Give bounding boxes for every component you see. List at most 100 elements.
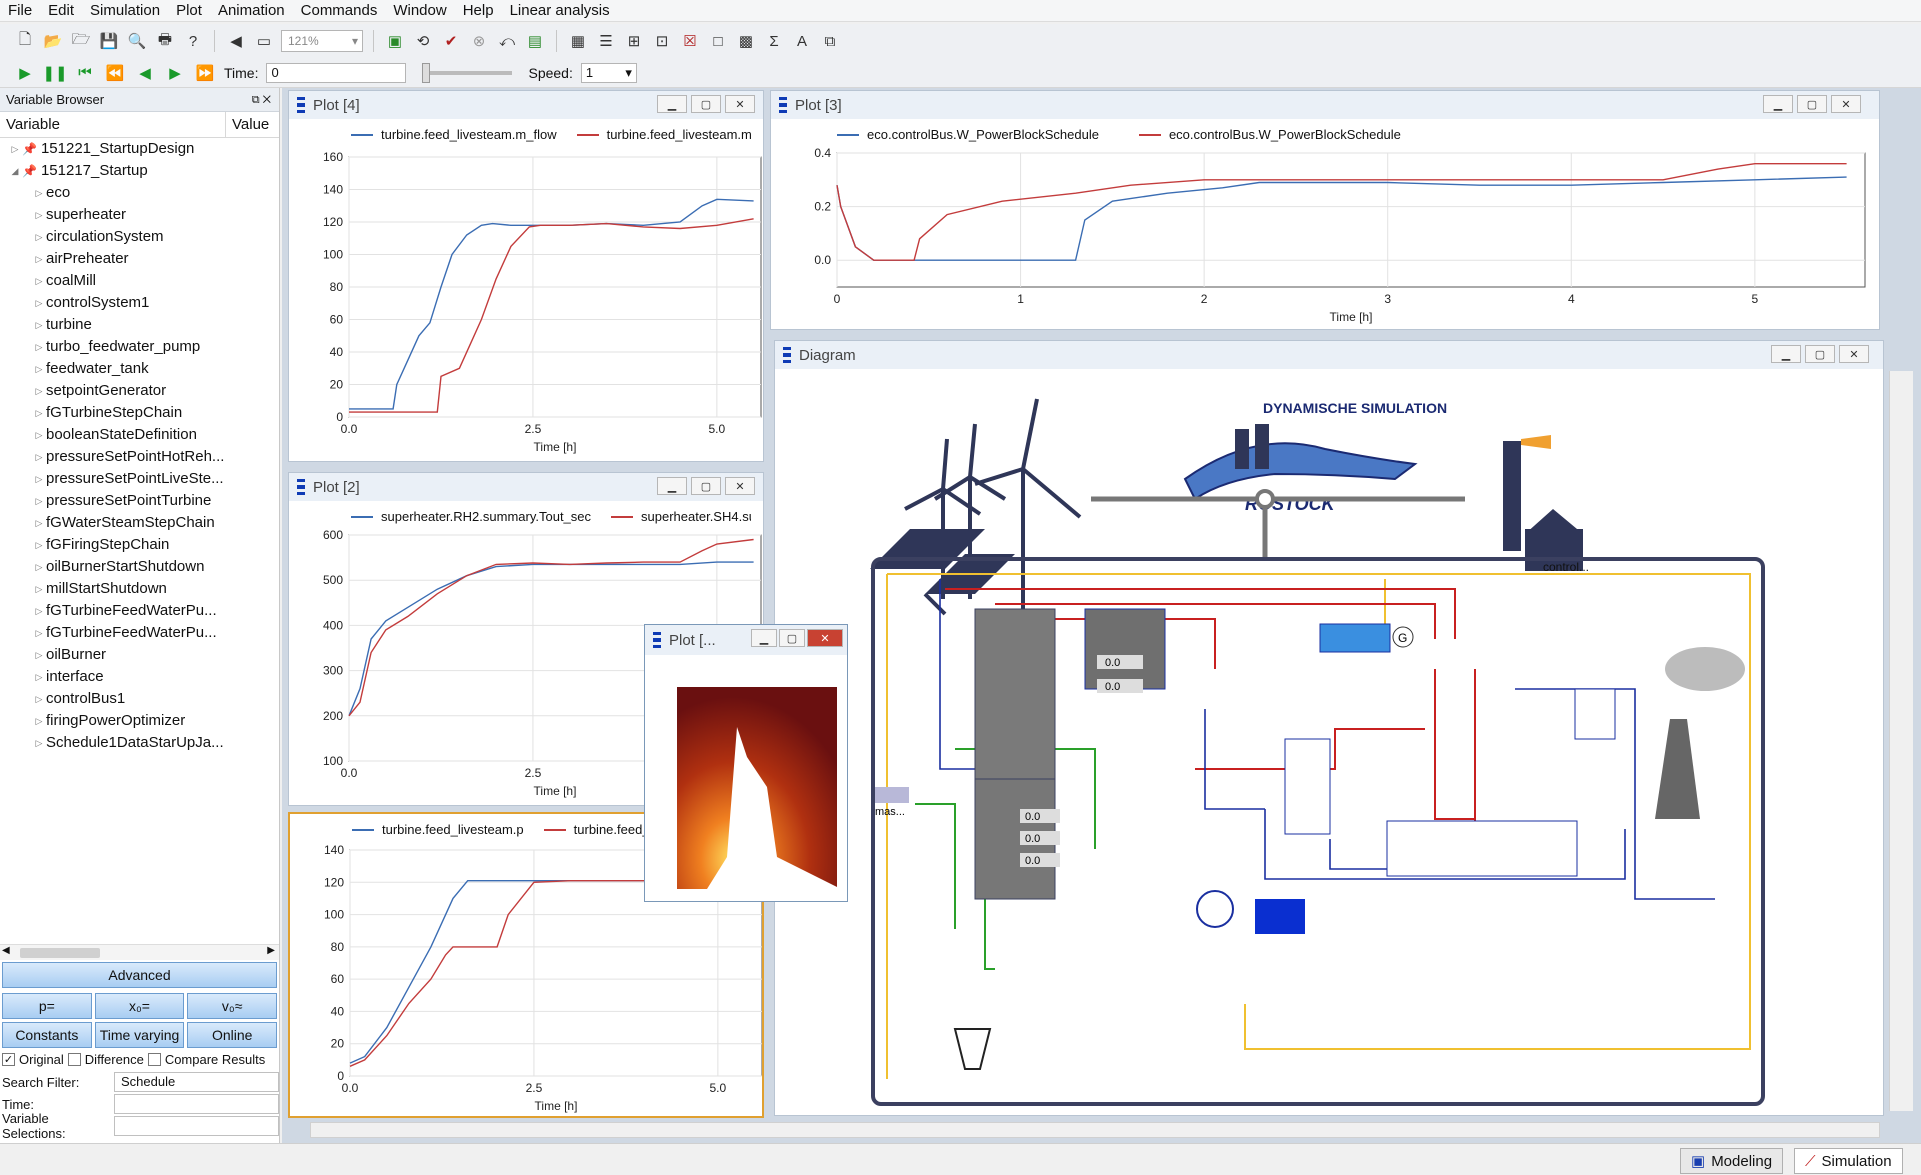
fast-forward-icon[interactable]: ⏩ [194,62,216,84]
menu-item-linear-analysis[interactable]: Linear analysis [502,0,618,22]
minimize-icon[interactable]: ▁ [1771,345,1801,363]
tree-item[interactable]: ▷ fGTurbineStepChain [0,402,279,424]
expand-icon[interactable]: ▷ [32,380,46,402]
speed-combo[interactable]: 1 ▾ [580,62,637,83]
tree-item[interactable]: ▷ fGTurbineFeedWaterPu... [0,600,279,622]
tree-item[interactable]: ▷ oilBurner [0,644,279,666]
feedwater-tank[interactable] [1255,899,1305,934]
legend-entry[interactable]: superheater.SH4.sum [611,509,751,524]
search-icon[interactable]: 🔍 [126,30,148,52]
coal-mill[interactable] [953,1028,992,1070]
step-back-icon[interactable]: ◀ [134,62,156,84]
expand-icon[interactable]: ▷ [32,270,46,292]
open-folder-icon[interactable]: 🗁 [70,30,92,52]
expand-icon[interactable]: ▷ [32,446,46,468]
expand-icon[interactable]: ▷ [32,468,46,490]
advanced-button[interactable]: Advanced [2,962,277,988]
maximize-icon[interactable]: ▢ [691,477,721,495]
back-icon[interactable]: ◀ [225,30,247,52]
zoom-combo[interactable]: 121% ▾ [281,30,363,52]
tree-item[interactable]: ▷ Schedule1DataStarUpJa... [0,732,279,754]
expand-icon[interactable]: ▷ [32,578,46,600]
menu-item-file[interactable]: File [0,0,40,22]
legend-entry[interactable]: eco.controlBus.W_PowerBlockSchedule [837,127,1099,142]
menu-item-animation[interactable]: Animation [210,0,293,22]
menu-item-simulation[interactable]: Simulation [82,0,168,22]
sigma-icon[interactable]: Σ [763,30,785,52]
expand-icon[interactable]: ▷ [32,182,46,204]
legend-entry[interactable]: turbine.feed_livesteam.m_flo [576,127,751,142]
preheater-stack[interactable] [1284,738,1331,835]
v0-button[interactable]: v₀≈ [187,993,278,1019]
tree-item[interactable]: ▷ pressureSetPointLiveSte... [0,468,279,490]
heat-exchanger[interactable] [1084,608,1166,690]
legend-entry[interactable]: eco.controlBus.W_PowerBlockSchedule [1138,127,1401,142]
expand-icon[interactable]: ▷ [32,710,46,732]
close-icon[interactable]: ✕ [807,629,843,647]
rescale-icon[interactable]: □ [707,30,729,52]
tree-item[interactable]: ◢ 📌 151217_Startup [0,160,279,182]
time-slider[interactable] [422,62,513,83]
maximize-icon[interactable]: ▢ [779,629,805,647]
scroll-left-icon[interactable]: ◀ [2,945,10,956]
feedwater-pump[interactable] [1196,890,1234,928]
expand-icon[interactable]: ▷ [32,292,46,314]
expand-icon[interactable]: ▷ [32,314,46,336]
grid-icon[interactable]: ▩ [735,30,757,52]
constants-button[interactable]: Constants [2,1022,92,1048]
export-icon[interactable]: ▤ [524,30,546,52]
maximize-icon[interactable]: ▢ [691,95,721,113]
workspace-vertical-scrollbar[interactable] [1889,371,1913,1111]
hp-preheaters[interactable] [1386,820,1578,877]
tree-item[interactable]: ▷ controlSystem1 [0,292,279,314]
online-button[interactable]: Online [187,1022,278,1048]
expand-icon[interactable]: ▷ [32,556,46,578]
menu-item-commands[interactable]: Commands [293,0,386,22]
translate-icon[interactable]: ⟲ [412,30,434,52]
simulation-tab[interactable]: ⟋ Simulation [1794,1148,1903,1174]
expand-icon[interactable]: ▷ [32,600,46,622]
close-icon[interactable]: ✕ [1839,345,1869,363]
tree-item[interactable]: ▷ fGWaterSteamStepChain [0,512,279,534]
expand-icon[interactable]: ▷ [32,688,46,710]
parameter-button[interactable]: p= [2,993,92,1019]
menu-item-window[interactable]: Window [385,0,454,22]
tree-item[interactable]: ▷ circulationSystem [0,226,279,248]
layout-icon[interactable]: ⧉ [819,30,841,52]
text-icon[interactable]: A [791,30,813,52]
time-filter-input[interactable] [114,1094,279,1114]
time-input[interactable]: 0 [266,62,407,83]
legend-entry[interactable]: superheater.RH2.summary.Tout_sec [351,509,591,524]
plot3-chart[interactable]: 0.0 0.2 0.4 0 1 2 3 4 5 Time [h] [771,143,1879,327]
original-checkbox[interactable]: ✓ [2,1053,15,1066]
scrollbar-thumb[interactable] [20,948,100,958]
difference-checkbox[interactable] [67,1053,81,1066]
expand-icon[interactable]: ▷ [32,226,46,248]
modeling-tab[interactable]: ▣ Modeling [1680,1148,1784,1174]
boiler[interactable] [974,608,1056,780]
expand-icon[interactable]: ▷ [32,622,46,644]
expand-icon[interactable]: ▷ [32,512,46,534]
menu-item-edit[interactable]: Edit [40,0,82,22]
close-icon[interactable]: ✕ [1831,95,1861,113]
close-icon[interactable]: ✕ [725,95,755,113]
horizontal-scrollbar[interactable]: ◀ ▶ [0,944,279,960]
expand-icon[interactable]: ▷ [32,424,46,446]
tree-item[interactable]: ▷ fGFiringStepChain [0,534,279,556]
tree-item[interactable]: ▷ fGTurbineFeedWaterPu... [0,622,279,644]
new-file-icon[interactable]: 🗋 [14,30,36,52]
scroll-right-icon[interactable]: ▶ [267,945,275,956]
expand-icon[interactable]: ▷ [8,138,22,160]
erase-icon[interactable]: ☒ [679,30,701,52]
tree-item[interactable]: ▷ pressureSetPointTurbine [0,490,279,512]
play-icon[interactable]: ▶ [14,62,36,84]
simulate-setup-icon[interactable]: ▣ [384,30,406,52]
stop-icon[interactable]: ⊗ [468,30,490,52]
legend-entry[interactable]: turbine.feed_livesteam.m_flow [351,127,557,142]
expand-icon[interactable]: ▷ [32,358,46,380]
variable-selections-input[interactable] [114,1116,279,1136]
legend-entry[interactable]: turbine.feed_livesteam.p [352,822,524,837]
expand-icon[interactable]: ▷ [32,534,46,556]
print-icon[interactable]: 🖶 [154,30,176,52]
table-icon[interactable]: ☰ [595,30,617,52]
